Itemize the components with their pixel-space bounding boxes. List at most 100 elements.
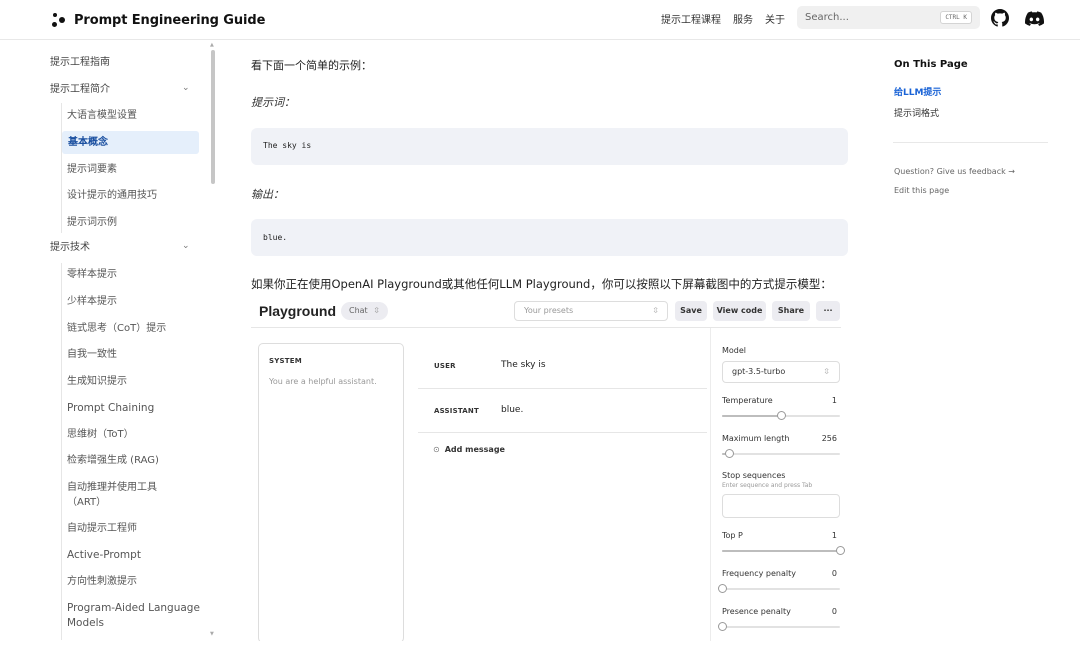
stop-sequences-hint: Enter sequence and press Tab bbox=[722, 482, 813, 489]
slider-knob bbox=[836, 546, 845, 555]
sidebar-item-tips[interactable]: 设计提示的通用技巧 bbox=[67, 189, 157, 203]
system-text: You are a helpful assistant. bbox=[269, 377, 377, 386]
sidebar-item-art[interactable]: 自动推理并使用工具 （ART） bbox=[67, 481, 157, 510]
output-code: blue. bbox=[263, 233, 288, 242]
sidebar-item-zero-shot[interactable]: 零样本提示 bbox=[67, 268, 117, 282]
sidebar-item-guide[interactable]: 提示工程指南 bbox=[50, 56, 110, 70]
sidebar-item-tot[interactable]: 思维树（ToT） bbox=[67, 428, 134, 442]
max-length-value: 256 bbox=[821, 434, 837, 443]
prompt-code-block: The sky is bbox=[251, 128, 848, 165]
top-nav-links: 提示工程课程 服务 关于 bbox=[661, 11, 785, 26]
intro-text: 看下面一个简单的示例： bbox=[251, 59, 372, 72]
temperature-label: Temperature bbox=[722, 396, 773, 405]
chevron-down-icon[interactable]: ⌄ bbox=[182, 83, 190, 93]
nav-link-about[interactable]: 关于 bbox=[765, 11, 785, 26]
search-input[interactable] bbox=[797, 6, 937, 29]
chevron-down-icon[interactable]: ⌄ bbox=[182, 241, 190, 251]
divider bbox=[893, 142, 1048, 143]
sidebar-item-few-shot[interactable]: 少样本提示 bbox=[67, 295, 117, 309]
divider bbox=[251, 327, 841, 328]
sidebar-scrollbar[interactable] bbox=[211, 50, 215, 184]
nav-link-course[interactable]: 提示工程课程 bbox=[661, 11, 721, 26]
sidebar-item-prompt-chaining[interactable]: Prompt Chaining bbox=[67, 401, 154, 415]
top-navbar: Prompt Engineering Guide 提示工程课程 服务 关于 CT… bbox=[0, 0, 1080, 40]
feedback-link[interactable]: Question? Give us feedback → bbox=[894, 167, 1015, 176]
scroll-up-icon[interactable]: ▲ bbox=[210, 42, 214, 48]
pg-view-code-button: View code bbox=[713, 301, 766, 321]
output-label: 输出： bbox=[251, 188, 284, 201]
sidebar-item-ape[interactable]: 自动提示工程师 bbox=[67, 522, 137, 536]
top-p-label: Top P bbox=[722, 531, 743, 540]
system-panel: SYSTEM You are a helpful assistant. bbox=[258, 343, 404, 641]
submenu-rail bbox=[61, 103, 62, 233]
sidebar-item-pal[interactable]: Program-Aided Language Models bbox=[67, 601, 200, 630]
discord-icon[interactable] bbox=[1024, 8, 1044, 28]
system-label: SYSTEM bbox=[269, 357, 302, 365]
sidebar-item-rag[interactable]: 检索增强生成 (RAG) bbox=[67, 454, 159, 468]
temperature-value: 1 bbox=[831, 396, 837, 405]
sidebar-item-basics[interactable]: 基本概念 bbox=[62, 131, 199, 154]
sidebar-item-intro[interactable]: 提示工程简介 bbox=[50, 83, 110, 97]
playground-screenshot: Playground Chat ⇳ Your presets ⇳ Save Vi… bbox=[251, 296, 849, 641]
frequency-penalty-label: Frequency penalty bbox=[722, 569, 796, 578]
scroll-down-icon[interactable]: ▼ bbox=[210, 631, 214, 637]
assistant-message: blue. bbox=[501, 405, 524, 415]
logo-icon bbox=[50, 12, 66, 28]
sidebar-item-cot[interactable]: 链式思考（CoT）提示 bbox=[67, 322, 166, 336]
sidebar-item-elements[interactable]: 提示词要素 bbox=[67, 163, 117, 177]
sidebar-item-examples[interactable]: 提示词示例 bbox=[67, 216, 117, 230]
prompt-label: 提示词： bbox=[251, 96, 295, 109]
mode-label: Chat bbox=[349, 306, 368, 315]
frequency-penalty-value: 0 bbox=[831, 569, 837, 578]
slider-knob bbox=[718, 584, 727, 593]
nav-link-services[interactable]: 服务 bbox=[733, 11, 753, 26]
site-brand[interactable]: Prompt Engineering Guide bbox=[50, 10, 265, 30]
max-length-slider bbox=[722, 449, 840, 459]
edit-page-link[interactable]: Edit this page bbox=[894, 186, 949, 195]
add-message-button: ⊙ Add message bbox=[433, 445, 505, 454]
toc-link-prompt-format[interactable]: 提示词格式 bbox=[894, 106, 939, 119]
toc-title: On This Page bbox=[894, 59, 968, 70]
sidebar-item-techniques[interactable]: 提示技术 bbox=[50, 241, 90, 255]
updown-icon: ⇳ bbox=[373, 306, 380, 315]
divider bbox=[418, 388, 707, 389]
user-role: USER bbox=[434, 362, 456, 370]
top-p-slider bbox=[722, 546, 845, 556]
add-message-label: Add message bbox=[444, 445, 505, 454]
toc-link-llm-prompt[interactable]: 给LLM提示 bbox=[894, 85, 941, 98]
presets-select: Your presets ⇳ bbox=[514, 301, 668, 321]
presets-label: Your presets bbox=[524, 306, 574, 315]
model-select: gpt-3.5-turbo ⇳ bbox=[722, 361, 840, 383]
temperature-slider bbox=[722, 411, 840, 421]
github-icon[interactable] bbox=[990, 8, 1010, 28]
slider-knob bbox=[718, 622, 727, 631]
stop-sequences-input bbox=[722, 494, 840, 518]
site-title: Prompt Engineering Guide bbox=[74, 12, 266, 28]
max-length-label: Maximum length bbox=[722, 434, 790, 443]
playground-title: Playground bbox=[259, 303, 337, 319]
divider bbox=[418, 432, 707, 433]
mode-select: Chat ⇳ bbox=[341, 302, 388, 320]
sidebar-item-knowledge[interactable]: 生成知识提示 bbox=[67, 375, 127, 389]
updown-icon: ⇳ bbox=[652, 306, 659, 315]
user-message: The sky is bbox=[501, 360, 546, 370]
sidebar-item-llm-settings[interactable]: 大语言模型设置 bbox=[67, 109, 137, 123]
search-box[interactable]: CTRL K bbox=[797, 6, 980, 29]
sidebar-item-label: 自动推理并使用工具 bbox=[67, 482, 157, 493]
output-code-block: blue. bbox=[251, 219, 848, 256]
pg-save-button: Save bbox=[675, 301, 707, 321]
sidebar-nav: 提示工程指南 提示工程简介 ⌄ 大语言模型设置 基本概念 提示词要素 设计提示的… bbox=[44, 41, 216, 640]
pg-more-button: ··· bbox=[816, 301, 840, 321]
divider bbox=[710, 328, 711, 641]
top-p-value: 1 bbox=[831, 531, 837, 540]
plus-circle-icon: ⊙ bbox=[433, 445, 440, 454]
sidebar-item-consistency[interactable]: 自我一致性 bbox=[67, 348, 117, 362]
sidebar-item-label: Program-Aided Language bbox=[67, 602, 200, 614]
presence-penalty-value: 0 bbox=[831, 607, 837, 616]
sidebar-item-active-prompt[interactable]: Active-Prompt bbox=[67, 548, 141, 562]
sidebar-item-dsp[interactable]: 方向性刺激提示 bbox=[67, 575, 137, 589]
frequency-penalty-slider bbox=[718, 584, 840, 594]
presence-penalty-label: Presence penalty bbox=[722, 607, 791, 616]
model-label: Model bbox=[722, 346, 747, 355]
assistant-role: ASSISTANT bbox=[434, 407, 479, 415]
